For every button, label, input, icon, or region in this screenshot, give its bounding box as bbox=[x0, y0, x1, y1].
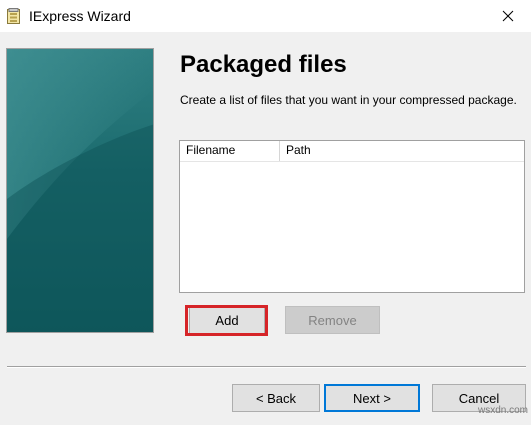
column-header-filename[interactable]: Filename bbox=[180, 141, 280, 161]
next-button[interactable]: Next > bbox=[324, 384, 420, 412]
wizard-side-banner bbox=[6, 48, 154, 333]
iexpress-wizard-window: IExpress Wizard Packaged files Create a … bbox=[0, 0, 531, 425]
page-description: Create a list of files that you want in … bbox=[180, 93, 517, 107]
page-title: Packaged files bbox=[180, 51, 347, 78]
window-title: IExpress Wizard bbox=[29, 8, 131, 24]
close-icon bbox=[502, 10, 514, 22]
add-button[interactable]: Add bbox=[189, 306, 265, 334]
file-list-body[interactable] bbox=[180, 162, 524, 292]
title-bar[interactable]: IExpress Wizard bbox=[0, 0, 531, 32]
remove-button[interactable]: Remove bbox=[285, 306, 380, 334]
button-divider bbox=[7, 366, 526, 368]
close-button[interactable] bbox=[486, 0, 531, 32]
watermark: wsxdn.com bbox=[478, 405, 529, 416]
list-header: Filename Path bbox=[180, 141, 524, 162]
iexpress-package-icon bbox=[7, 8, 20, 24]
column-header-path[interactable]: Path bbox=[280, 141, 524, 161]
packaged-files-list[interactable]: Filename Path bbox=[179, 140, 525, 293]
back-button[interactable]: < Back bbox=[232, 384, 320, 412]
